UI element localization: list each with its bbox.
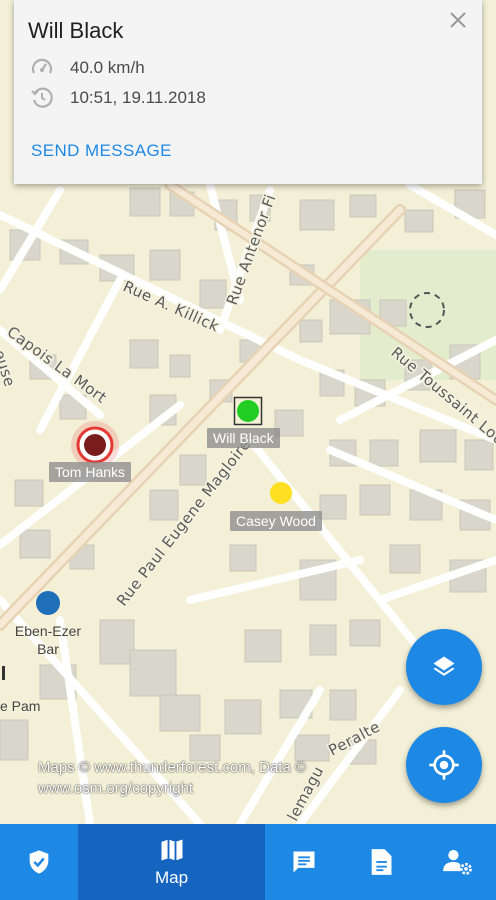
bottom-navigation: Map: [0, 824, 496, 900]
clock-history-icon: [31, 87, 53, 108]
nav-item-security[interactable]: [0, 824, 78, 900]
chat-icon: [293, 851, 315, 873]
marker-label: Will Black: [207, 428, 280, 448]
speed-row: 40.0 km/h: [30, 56, 145, 80]
send-message-button[interactable]: SEND MESSAGE: [31, 141, 172, 161]
my-location-button[interactable]: [406, 727, 482, 803]
marker-will-black[interactable]: [233, 396, 263, 426]
layers-button[interactable]: [406, 629, 482, 705]
speed-value: 40.0 km/h: [70, 58, 145, 77]
time-row: 10:51, 19.11.2018: [30, 86, 206, 110]
marker-label: Tom Hanks: [49, 462, 132, 482]
street-label: euse: [0, 348, 19, 389]
place-label: e Pam: [0, 698, 41, 714]
location-pin-icon: [270, 482, 292, 504]
shield-check-icon: [29, 850, 49, 874]
marker-label: Casey Wood: [230, 511, 322, 531]
nav-label-map: Map: [154, 868, 189, 887]
document-icon: [371, 849, 392, 875]
nav-item-reports[interactable]: [343, 824, 419, 900]
user-name: Will Black: [28, 18, 124, 43]
speedometer-icon: [31, 58, 53, 74]
datetime-value: 10:51, 19.11.2018: [70, 88, 206, 107]
my-location-icon: [429, 750, 459, 780]
place-label: Eben-Ezer Bar: [14, 623, 82, 657]
marker-eben-ezer-bar[interactable]: [35, 590, 61, 616]
layers-icon: [433, 656, 455, 676]
selected-location-pin-icon: [233, 396, 263, 426]
close-icon[interactable]: [448, 10, 468, 30]
user-info-card: Will Black 40.0 km/h 10:51, 19.11.2018 S…: [14, 0, 482, 184]
map-attribution: Maps © www.thunderforest.com, Data © www…: [38, 759, 307, 797]
map-icon: [161, 839, 182, 861]
marker-casey-wood[interactable]: [269, 481, 293, 505]
nav-item-messages[interactable]: [265, 824, 343, 900]
place-pin-icon: [36, 591, 60, 615]
nav-item-user-settings[interactable]: [419, 824, 496, 900]
user-settings-icon: [442, 850, 472, 875]
nav-item-map[interactable]: Map: [78, 824, 265, 900]
